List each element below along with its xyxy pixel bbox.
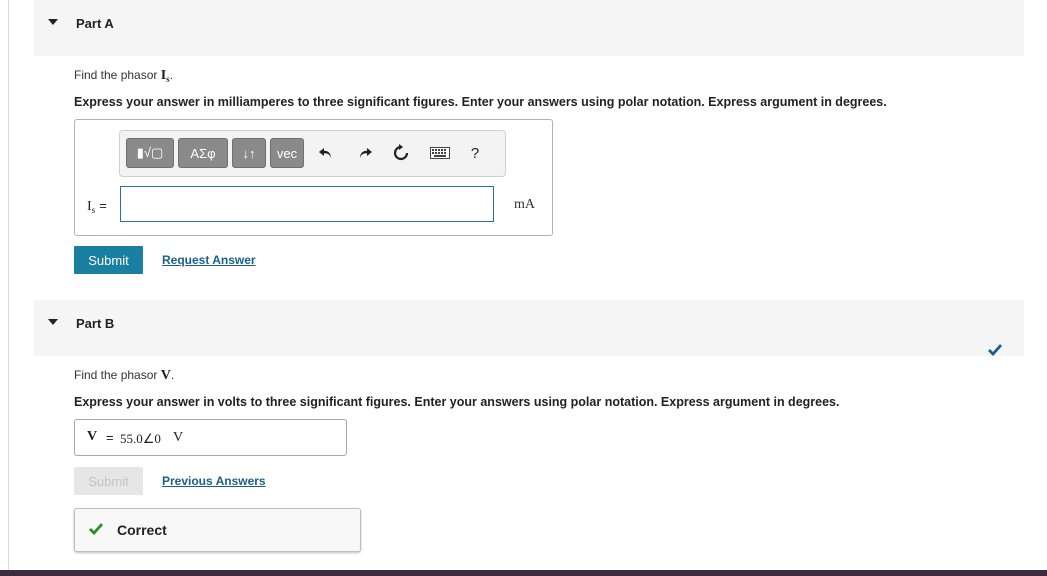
reset-icon[interactable] [391, 143, 411, 163]
input-label-equals: = [99, 198, 107, 213]
vec-button[interactable]: vec [270, 138, 304, 168]
left-rule [8, 0, 9, 570]
collapse-caret-icon[interactable] [48, 319, 58, 325]
bottom-bar [0, 570, 1047, 576]
input-label: Is = [87, 198, 107, 215]
greek-icon: ΑΣφ [190, 145, 216, 161]
submitted-answer: V = 55.0∠0 V [74, 419, 347, 456]
request-answer-link[interactable]: Request Answer [162, 253, 256, 267]
keyboard-icon[interactable] [428, 143, 452, 163]
part-b-header[interactable]: Part B [34, 300, 1024, 356]
answer-input[interactable] [120, 186, 494, 222]
part-b-submit-button: Submit [74, 467, 143, 495]
math-toolbar: ▮√▢ ΑΣφ ↓↑ vec ? [119, 130, 506, 177]
arrows-icon: ↓↑ [242, 145, 256, 161]
vec-label: vec [276, 145, 298, 161]
unit-label: mA [514, 197, 535, 212]
answer-value: 55.0∠0 [120, 431, 161, 446]
answer-unit: V [173, 430, 184, 445]
part-a-title: Part A [76, 16, 114, 31]
part-a-prompt: Find the phasor Is. [74, 68, 173, 84]
part-a-instructions: Express your answer in milliamperes to t… [74, 95, 887, 109]
previous-answers-link[interactable]: Previous Answers [162, 474, 266, 488]
collapse-caret-icon[interactable] [48, 19, 58, 25]
redo-icon[interactable] [355, 143, 375, 163]
part-b-complete-check-icon [988, 344, 1002, 356]
arrows-button[interactable]: ↓↑ [232, 138, 266, 168]
part-b-title: Part B [76, 316, 115, 331]
part-b-instructions: Express your answer in volts to three si… [74, 395, 840, 409]
prompt-suffix: . [170, 368, 175, 382]
part-a-submit-button[interactable]: Submit [74, 246, 143, 274]
correct-check-icon [89, 523, 103, 535]
feedback-box: Correct [74, 508, 361, 552]
help-icon[interactable]: ? [465, 143, 485, 163]
prompt-suffix: . [169, 68, 174, 82]
part-a-header[interactable]: Part A [34, 0, 1024, 56]
answer-entry-box: ▮√▢ ΑΣφ ↓↑ vec ? Is = mA [74, 119, 553, 236]
help-label: ? [470, 144, 480, 162]
phasor-symbol: V [160, 368, 171, 383]
greek-symbols-button[interactable]: ΑΣφ [178, 138, 228, 168]
prompt-text: Find the phasor [74, 368, 161, 382]
answer-symbol: V [87, 429, 98, 444]
feedback-text: Correct [117, 522, 167, 538]
input-label-subscript: s [91, 205, 96, 215]
templates-icon: ▮√▢ [136, 145, 164, 160]
answer-equals: = [106, 430, 114, 445]
part-b-prompt: Find the phasor V. [74, 368, 174, 384]
prompt-text: Find the phasor [74, 68, 161, 82]
templates-button[interactable]: ▮√▢ [126, 138, 174, 168]
undo-icon[interactable] [316, 143, 336, 163]
